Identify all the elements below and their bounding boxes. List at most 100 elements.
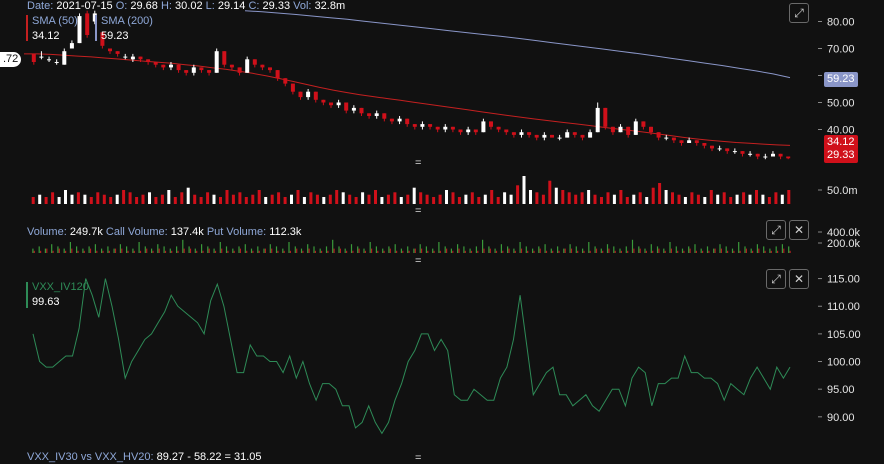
candle-body [344,102,349,111]
candle-body [123,56,128,58]
close-iv-pane-button[interactable]: ✕ [789,269,809,289]
candle-body [290,83,295,92]
call-volume-bar [219,242,221,253]
expand-iv-pane-button[interactable]: ⤢ [766,269,786,289]
put-volume-bar [483,248,485,253]
call-volume-bar [250,248,253,253]
put-volume-bar [708,250,710,253]
put-volume-bar [714,248,716,253]
expand-price-pane-button[interactable]: ⤢ [789,3,809,23]
iv-hv-legend: VXX_IV30 vs VXX_HV20: 89.27 - 58.22 = 31… [27,451,262,463]
call-volume-bar [625,246,627,253]
put-volume-bar [346,250,348,253]
volume-bar [148,192,151,204]
pane-resize-handle-1[interactable]: = [415,157,421,169]
volume-bar [354,197,358,204]
volume-bar [412,187,416,204]
volume-bar [57,197,61,204]
put-volume-bar [733,250,735,253]
put-volume-bar [58,248,60,253]
sma200-line [244,10,791,79]
pane-resize-handle-3[interactable]: = [415,255,421,267]
candle-body [374,113,379,116]
volume-bar [490,190,494,204]
call-volume-bar [694,244,696,253]
candle-body [382,113,387,119]
put-volume-bar [789,250,791,253]
put-volume-bar [614,250,616,253]
put-volume-bar [189,248,192,253]
volume-bar [574,194,578,204]
put-volume-bar [695,250,697,253]
volume-bar [483,194,487,204]
put-volume-bar [358,248,360,253]
put-volume-bar [689,248,691,253]
pane-resize-handle-4[interactable]: = [415,452,421,464]
put-volume-bar [296,248,298,253]
volume-bar [341,192,345,204]
candle-body [275,70,280,79]
put-volume-bar [739,250,741,253]
volume-bar [606,192,610,204]
volume-bar [742,192,746,204]
put-volume-bar [114,248,117,253]
candle-body [222,51,227,65]
candle-body [473,129,478,133]
call-volume-bar [169,248,171,253]
call-volume-bar [357,246,359,253]
candle-body [725,148,730,152]
volume-bar [554,187,558,204]
call-volume-bar [338,246,340,253]
volume-bar [541,194,545,204]
call-volume-bar [719,244,721,253]
volume-bar [406,194,410,204]
call-volume-bar [288,242,290,253]
volume-bar [380,197,384,204]
call-volume-bar [588,242,590,253]
call-volume-bar [463,246,465,253]
put-volume-bar [252,250,254,253]
call-volume-bar [232,248,234,253]
put-volume-bar [608,248,610,253]
volume-bar [64,190,67,204]
call-volume-bar [182,239,184,253]
expand-volume-pane-button[interactable]: ⤢ [766,220,786,240]
candle-body [108,48,112,52]
call-volume-bar [457,244,459,253]
volume-bar [683,197,687,204]
call-volume-bar [557,246,559,253]
candle-body [572,132,577,135]
candle-body [748,153,753,155]
put-volume-bar [770,250,772,253]
call-volume-bar [525,246,527,253]
volume-bar [438,194,442,204]
candle-body [656,132,661,138]
volume-bar [690,192,694,204]
call-volume-bar [519,242,521,253]
close-volume-pane-button[interactable]: ✕ [789,220,809,240]
volume-bar [160,194,164,204]
put-volume-bar [452,250,454,253]
call-volume-bar [713,248,715,253]
call-volume-bar [144,246,146,253]
candle-body [268,67,272,71]
volume-bar [348,194,352,204]
put-volume-bar [71,248,73,253]
volume-bar [173,197,177,204]
pane-resize-handle-2[interactable]: = [415,205,421,217]
iv-legend-value: 99.63 [32,296,60,308]
sma50-swatch [26,15,28,41]
put-volume-bar [595,248,598,253]
candle-body [146,59,151,62]
call-volume-bar [550,248,552,253]
candle-body [443,126,448,130]
volume-bar [445,190,448,204]
volume-bar [567,192,571,204]
call-volume-bar [700,248,702,253]
candle-body [283,78,288,84]
volume-bar [612,194,616,204]
volume-bar [257,190,261,204]
put-volume-bar [89,248,92,253]
sma50-line [24,53,791,146]
sma200-legend-label: SMA (200) [101,15,153,27]
